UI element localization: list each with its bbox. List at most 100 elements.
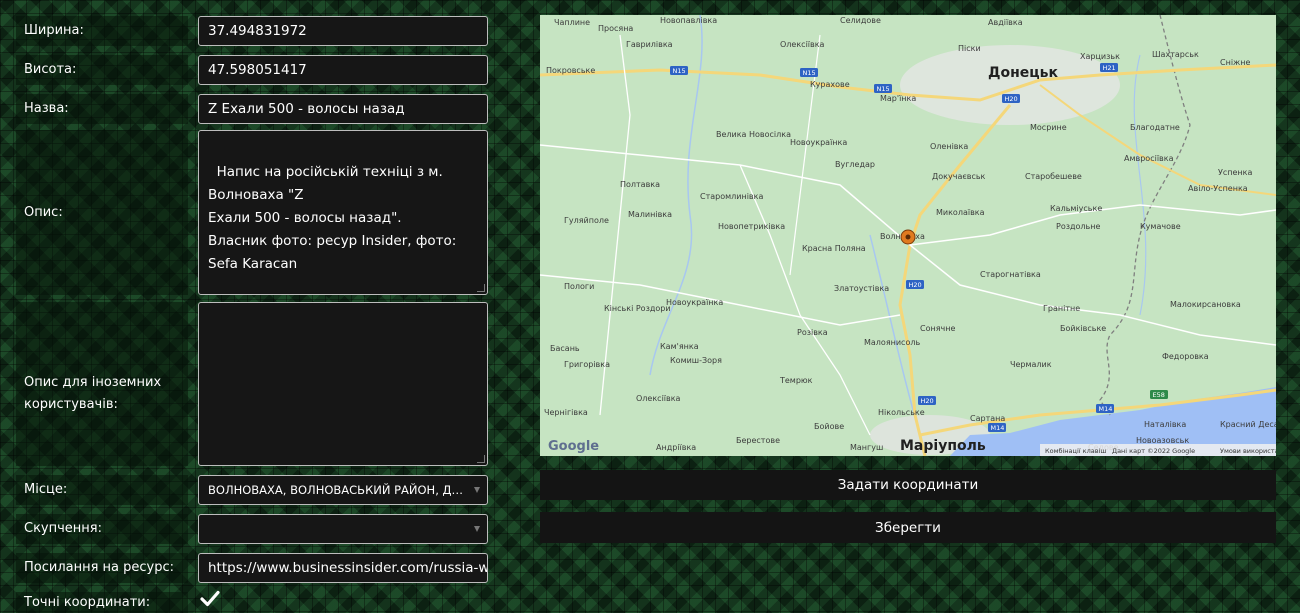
svg-text:H20: H20 <box>921 397 934 405</box>
cluster-select[interactable] <box>198 514 488 544</box>
map-place-label: Розівка <box>797 328 828 337</box>
description-textarea[interactable]: Напис на російській техніці з м. Волнова… <box>198 130 488 295</box>
map-place-label: Кальміуське <box>1050 204 1102 213</box>
map-place-label: Малинівка <box>628 210 672 219</box>
map-place-label: Полтавка <box>620 180 660 189</box>
map-place-label: Новоукраїнка <box>666 298 723 307</box>
altitude-label: Висота: <box>16 55 188 85</box>
map-place-label: Красний Десант <box>1220 420 1276 429</box>
set-coordinates-button[interactable]: Задати координати <box>540 470 1276 500</box>
map-place-label: Мар'їнка <box>880 94 916 103</box>
map-place-label: Вугледар <box>835 160 875 169</box>
source-link-input[interactable]: https://www.businessinsider.com/russia-w <box>198 553 488 583</box>
map-place-label: Шахтарськ <box>1152 50 1199 59</box>
latitude-input[interactable]: 37.494831972 <box>198 16 488 46</box>
svg-text:N15: N15 <box>803 69 816 77</box>
map-footer-data: Дані карт ©2022 Google <box>1112 447 1195 455</box>
exact-coordinates-checkbox[interactable] <box>200 589 220 609</box>
svg-text:H20: H20 <box>909 281 922 289</box>
description-foreign-textarea[interactable] <box>198 302 488 466</box>
map-place-label: Просяна <box>598 24 633 33</box>
map-place-label: Комиш-Зоря <box>670 356 722 365</box>
map-place-label: Малоянисоль <box>864 338 920 347</box>
map-place-label: Берестове <box>736 436 780 445</box>
location-marker-icon[interactable] <box>900 229 916 245</box>
map-canvas[interactable]: N15 N15 N15 H21 H20 H20 H20 M14 M14 E58 Чаплине Пр… <box>540 15 1276 456</box>
map-place-label: Басань <box>550 344 580 353</box>
map-place-label: Федоровка <box>1162 352 1209 361</box>
road-shield: N15 <box>800 68 818 77</box>
map-place-label: Авіло-Успенка <box>1188 184 1248 193</box>
map-place-label: Нікольське <box>878 408 925 417</box>
map-place-label: Олексіївка <box>636 394 681 403</box>
map-place-label: Златоустівка <box>834 284 889 293</box>
place-label: Місце: <box>16 475 188 505</box>
map-footer-shortcuts[interactable]: Комбінації клавіш <box>1045 447 1106 455</box>
map-place-label: Бойове <box>814 422 844 431</box>
road-shield: N15 <box>874 84 892 93</box>
map-place-label: Кумачове <box>1140 222 1181 231</box>
resize-handle-icon[interactable] <box>477 455 485 463</box>
map-place-label: Авдіївка <box>988 18 1023 27</box>
map-place-label: Гуляйполе <box>564 216 609 225</box>
map-place-label: Амвросіївка <box>1124 154 1174 163</box>
map-place-label: Бойківське <box>1060 324 1106 333</box>
map-place-label: Оленівка <box>930 142 968 151</box>
map-place-label: Старомлинівка <box>700 192 763 201</box>
cluster-label: Скупчення: <box>16 514 188 544</box>
resize-handle-icon[interactable] <box>477 284 485 292</box>
dropdown-arrow-icon <box>474 526 480 532</box>
map-place-label: Чернігівка <box>544 408 588 417</box>
map-place-label: Піски <box>958 44 981 53</box>
map-place-label: Новоукраїнка <box>790 138 847 147</box>
latitude-label: Ширина: <box>16 16 188 46</box>
map-place-label: Докучаєвськ <box>932 172 986 181</box>
map-place-label: Красна Поляна <box>802 244 866 253</box>
road-shield: H20 <box>1002 94 1020 103</box>
svg-text:H20: H20 <box>1005 95 1018 103</box>
map-place-label: Велика Новосілка <box>716 130 791 139</box>
map-view[interactable]: N15 N15 N15 H21 H20 H20 H20 M14 M14 E58 Чаплине Пр… <box>540 15 1276 456</box>
map-place-label: Роздольне <box>1056 222 1100 231</box>
map-place-label: Григорівка <box>564 360 610 369</box>
map-place-label: Новопетриківка <box>718 222 785 231</box>
road-shield: N15 <box>670 66 688 75</box>
map-place-label: Харцизьк <box>1080 52 1120 61</box>
altitude-input[interactable]: 47.598051417 <box>198 55 488 85</box>
map-place-label: Олексіївка <box>780 40 825 49</box>
description-foreign-label: Опис для іноземних користувачів: <box>16 302 188 466</box>
map-place-label: Темрюк <box>779 376 813 385</box>
map-place-label: Гранітне <box>1043 304 1080 313</box>
source-link-label: Посилання на ресурс: <box>16 553 188 583</box>
google-logo: Google <box>548 439 599 454</box>
map-place-label: Мосpине <box>1030 123 1067 132</box>
map-place-label: Курахове <box>810 80 850 89</box>
dropdown-arrow-icon <box>474 487 480 493</box>
map-place-label: Сонячне <box>920 324 955 333</box>
svg-text:M14: M14 <box>991 424 1005 432</box>
map-place-label: Мангуш <box>850 443 883 452</box>
place-select[interactable]: ВОЛНОВАХА, ВОЛНОВАСЬКИЙ РАЙОН, ДОНЕЦЬКА … <box>198 475 488 505</box>
place-select-value: ВОЛНОВАХА, ВОЛНОВАСЬКИЙ РАЙОН, ДОНЕЦЬКА … <box>208 483 465 497</box>
svg-text:M14: M14 <box>1099 405 1113 413</box>
map-place-label: Маріуполь <box>900 438 986 454</box>
map-place-label: Наталівка <box>1144 420 1186 429</box>
map-place-label: Кінські Роздори <box>604 304 671 313</box>
map-place-label: Чаплине <box>554 18 590 27</box>
map-place-label: Чермалик <box>1010 360 1052 369</box>
map-place-label: Сартана <box>970 414 1005 423</box>
svg-text:H21: H21 <box>1103 64 1116 72</box>
road-shield: H20 <box>918 396 936 405</box>
road-shield: H20 <box>906 280 924 289</box>
road-shield: E58 <box>1150 390 1168 399</box>
map-footer-terms[interactable]: Умови використання <box>1220 447 1276 455</box>
svg-text:E58: E58 <box>1153 391 1165 399</box>
map-place-label: Пологи <box>564 282 594 291</box>
map-place-label: Селидове <box>840 16 881 25</box>
map-place-label: Андріївка <box>656 443 696 452</box>
save-button[interactable]: Зберегти <box>540 512 1276 543</box>
name-label: Назва: <box>16 94 188 124</box>
map-place-label: Благодатне <box>1130 123 1180 132</box>
name-input[interactable]: Z Ехали 500 - волосы назад <box>198 94 488 124</box>
exact-coordinates-label: Точні координати: <box>16 592 188 613</box>
